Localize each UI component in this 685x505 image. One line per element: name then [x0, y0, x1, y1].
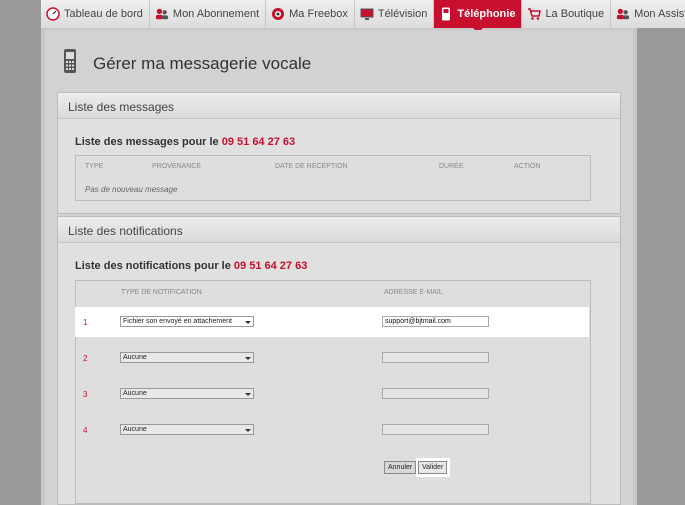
nav-label: Téléphonie [457, 8, 516, 20]
support-users-icon [616, 7, 630, 21]
cancel-button[interactable]: Annuler [384, 461, 417, 474]
nav-mon-assistance[interactable]: Mon Assistance [611, 0, 685, 28]
nav-tableau-de-bord[interactable]: Tableau de bord [41, 0, 150, 28]
column-header: ACTION [514, 163, 541, 170]
dropdown-arrow-icon [245, 321, 251, 324]
messages-section: Liste des messages Liste des messages po… [57, 92, 621, 214]
column-header: PROVENANCE [152, 163, 202, 170]
select-value: Fichier son envoyé en attachement [123, 318, 232, 325]
notification-type-select[interactable]: Aucune [120, 352, 254, 363]
column-header: TYPE DE NOTIFICATION [121, 289, 202, 296]
submit-button[interactable]: Valider [418, 461, 448, 474]
users-icon [155, 7, 169, 21]
nav-television[interactable]: Télévision [354, 0, 435, 28]
row-number: 1 [83, 318, 88, 327]
freebox-icon [271, 7, 285, 21]
dropdown-arrow-icon [245, 393, 251, 396]
dropdown-arrow-icon [245, 357, 251, 360]
page-header: Gérer ma messagerie vocale [63, 48, 311, 74]
row-number: 3 [83, 390, 88, 399]
nav-label: Ma Freebox [289, 8, 348, 20]
phone-number: 09 51 64 27 63 [221, 136, 296, 148]
column-header: TYPE [85, 163, 104, 170]
page-title: Gérer ma messagerie vocale [93, 54, 312, 73]
nav-label: Tableau de bord [64, 8, 143, 20]
row-number: 4 [83, 426, 88, 435]
notifications-subtitle-text: Liste des notifications pour le [75, 260, 231, 272]
column-header: ADRESSE E-MAIL [384, 289, 443, 296]
notification-type-select[interactable]: Fichier son envoyé en attachement [120, 316, 254, 327]
main-nav: Tableau de bord Mon Abonnement Ma Freebo… [41, 0, 685, 33]
nav-label: Mon Abonnement [172, 8, 260, 20]
email-field[interactable] [382, 424, 489, 435]
phone-number: 09 51 64 27 63 [233, 260, 308, 272]
messages-section-title: Liste des messages [58, 93, 620, 119]
email-field[interactable] [382, 388, 489, 399]
dashboard-gauge-icon [46, 7, 60, 21]
messages-table: TYPE PROVENANCE DATE DE RECEPTION DURÉE … [75, 155, 591, 201]
empty-message: Pas de nouveau message [85, 185, 178, 194]
nav-label: La Boutique [545, 8, 605, 20]
select-value: Aucune [123, 354, 147, 361]
row-number: 2 [83, 354, 88, 363]
column-header: DATE DE RECEPTION [275, 163, 348, 170]
messages-subtitle: Liste des messages pour le 09 51 64 27 6… [75, 136, 295, 148]
mobile-phone-icon [63, 48, 77, 74]
mobile-phone-icon [439, 7, 453, 21]
email-field[interactable]: support@bjtmail.com [382, 316, 489, 327]
select-value: Aucune [123, 390, 147, 397]
email-field[interactable] [382, 352, 489, 363]
nav-telephonie[interactable]: Téléphonie [434, 0, 523, 33]
tv-icon [360, 7, 374, 21]
notification-type-select[interactable]: Aucune [120, 424, 254, 435]
nav-label: Télévision [377, 8, 428, 20]
nav-label: Mon Assistance [634, 8, 685, 20]
nav-mon-abonnement[interactable]: Mon Abonnement [149, 0, 267, 28]
dropdown-arrow-icon [245, 429, 251, 432]
column-header: DURÉE [439, 163, 464, 170]
messages-subtitle-text: Liste des messages pour le [75, 136, 219, 148]
notification-type-select[interactable]: Aucune [120, 388, 254, 399]
notifications-section-title: Liste des notifications [58, 217, 620, 243]
notifications-subtitle: Liste des notifications pour le 09 51 64… [75, 260, 307, 272]
select-value: Aucune [123, 426, 147, 433]
nav-ma-freebox[interactable]: Ma Freebox [266, 0, 355, 28]
nav-la-boutique[interactable]: La Boutique [522, 0, 612, 28]
cart-icon [527, 7, 542, 21]
